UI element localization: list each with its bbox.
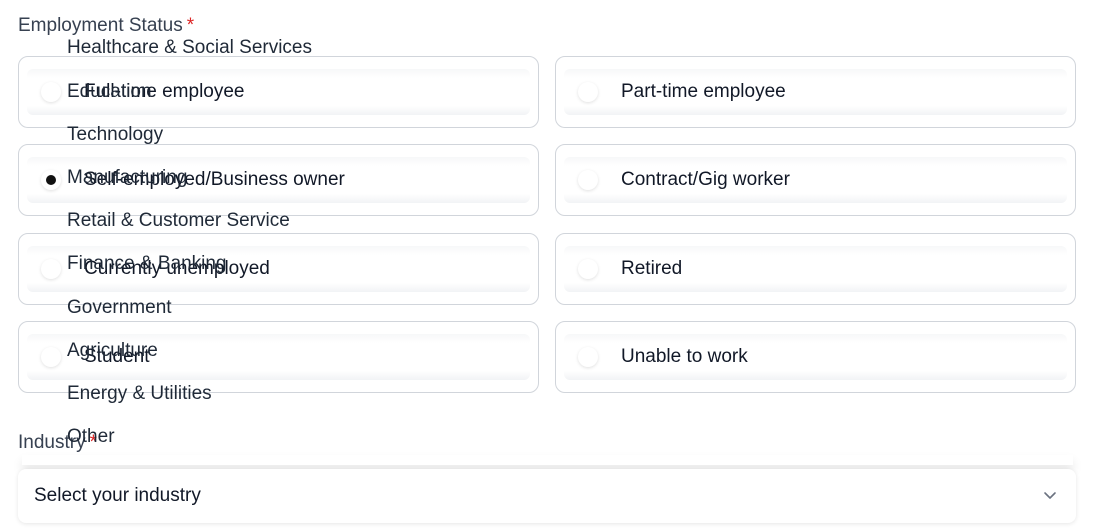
industry-option[interactable]: Education [67,81,152,103]
radio-button[interactable] [578,259,598,279]
radio-option-label: Unable to work [621,346,748,367]
industry-select[interactable]: Select your industry [18,469,1076,523]
industry-option[interactable]: Manufacturing [67,167,187,189]
radio-button[interactable] [578,170,598,190]
radio-option-unable[interactable]: Unable to work [555,321,1076,393]
employment-status-label-text: Employment Status [18,15,183,36]
industry-option[interactable]: Finance & Banking [67,253,227,275]
industry-option[interactable]: Technology [67,124,163,146]
dropdown-shadow [22,455,1073,465]
radio-option-part-time[interactable]: Part-time employee [555,56,1076,128]
radio-button[interactable] [578,347,598,367]
radio-button-selected[interactable] [41,170,61,190]
radio-option-retired[interactable]: Retired [555,233,1076,305]
industry-option[interactable]: Agriculture [67,340,158,362]
industry-option[interactable]: Energy & Utilities [67,383,212,405]
radio-option-label: Part-time employee [621,81,786,102]
radio-button[interactable] [41,347,61,367]
industry-select-value: Select your industry [34,485,201,506]
radio-option-contract[interactable]: Contract/Gig worker [555,144,1076,216]
industry-option[interactable]: Government [67,297,172,319]
radio-button[interactable] [41,259,61,279]
radio-option-label: Contract/Gig worker [621,169,790,190]
required-asterisk: * [186,15,195,36]
radio-button[interactable] [41,82,61,102]
radio-option-label: Retired [621,258,683,279]
employment-status-label: Employment Status * [18,15,194,37]
radio-button[interactable] [578,82,598,102]
industry-option[interactable]: Retail & Customer Service [67,210,290,232]
industry-option[interactable]: Healthcare & Social Services [67,37,312,59]
industry-option[interactable]: Other [67,426,115,448]
chevron-down-icon [1044,492,1056,499]
